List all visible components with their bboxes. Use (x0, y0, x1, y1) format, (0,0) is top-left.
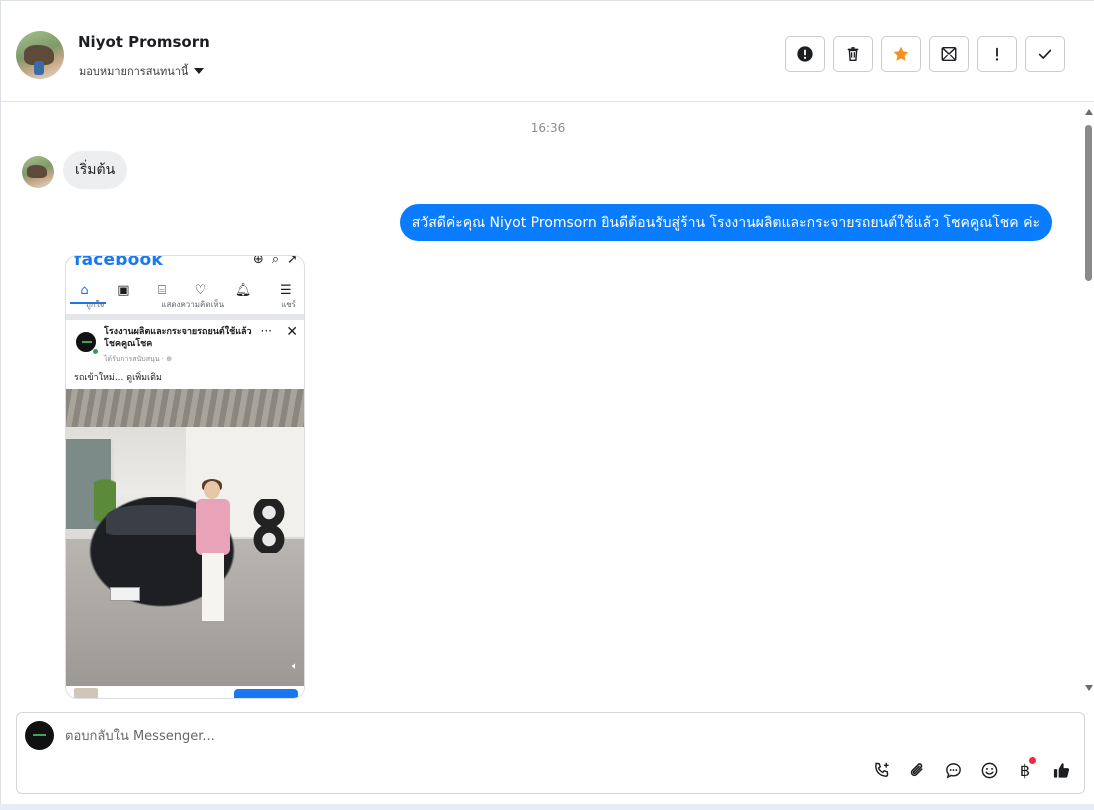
page-avatar (25, 721, 54, 750)
attachment-icon (910, 762, 923, 776)
trash-icon (847, 47, 859, 62)
check-icon (1038, 49, 1052, 59)
marketplace-icon: ⌸ (158, 282, 166, 298)
message-scrollbar[interactable] (1082, 105, 1094, 697)
plus-icon: ⊕ (252, 255, 264, 267)
star-button[interactable] (881, 36, 921, 72)
more-icon: ··· (260, 324, 272, 338)
mute-icon: 🔈︎ (292, 661, 298, 672)
fb-top-icons: ⊕ ⌕ ➚ (252, 255, 298, 267)
close-icon: ✕ (286, 324, 298, 340)
post-caption: รถเข้าใหม่... ดูเพิ่มเติม (74, 373, 162, 383)
scroll-thumb[interactable] (1085, 125, 1092, 281)
report-button[interactable] (785, 36, 825, 72)
share-label: แชร์ (281, 300, 296, 309)
attach-button[interactable] (906, 759, 928, 781)
outgoing-message-bubble[interactable]: สวัสดีค่ะคุณ Niyot Promsorn ยินดีต้อนรับ… (399, 204, 1052, 241)
scroll-up-arrow-icon[interactable] (1085, 109, 1093, 115)
license-plate (110, 587, 140, 601)
payment-button[interactable]: ฿ (1014, 757, 1036, 781)
post-page-name: โรงงานผลิตและกระจายรถยนต์ใช้แล้ว โชคคูณโ… (104, 327, 252, 349)
inbox-thread-panel: Niyot Promsorn มอบหมายการสนทนานี้ 16:36 … (0, 0, 1094, 810)
fb-reaction-row: ถูกใจ แสดงความคิดเห็น แชร์ (86, 298, 296, 311)
reply-composer: ฿ (16, 712, 1085, 794)
home-icon: ⌂ (80, 282, 89, 298)
caret-down-icon (194, 68, 205, 74)
search-icon: ⌕ (271, 255, 280, 267)
flag-button[interactable] (977, 36, 1017, 72)
online-dot (92, 348, 99, 355)
post-sponsored-label: ได้รับการสนับสนุน · ⊕ (104, 355, 173, 363)
contact-name[interactable]: Niyot Promsorn (78, 33, 210, 51)
star-icon (893, 46, 909, 61)
bell-icon: 🔔︎ (234, 282, 252, 298)
assign-label: มอบหมายการสนทนานี้ (79, 65, 189, 78)
presenter (194, 479, 232, 631)
saved-replies-button[interactable] (942, 759, 964, 781)
sender-avatar (22, 156, 54, 188)
facebook-logo: facebook (74, 255, 163, 270)
assign-conversation-dropdown[interactable]: มอบหมายการสนทนานี้ (79, 62, 205, 80)
post-photo: 🔈︎ (66, 389, 304, 686)
call-button[interactable] (870, 759, 892, 781)
delete-button[interactable] (833, 36, 873, 72)
like-label: ถูกใจ (86, 300, 105, 309)
incoming-message-bubble[interactable]: เริ่มต้น (63, 151, 128, 189)
menu-icon: ☰ (279, 282, 292, 298)
call-add-icon (874, 762, 889, 777)
message-list[interactable]: 16:36 เริ่มต้น สวัสดีค่ะคุณ Niyot Promso… (1, 103, 1094, 699)
tires-stack (252, 499, 286, 553)
emoji-button[interactable] (978, 759, 1000, 781)
saved-reply-icon (945, 762, 961, 779)
like-button[interactable] (1050, 759, 1072, 781)
comment-label: แสดงความคิดเห็น (161, 300, 225, 309)
next-post-peek (66, 686, 304, 698)
message-timestamp: 16:36 (530, 121, 566, 135)
alert-circle-icon (797, 46, 813, 62)
baht-payment-icon: ฿ (1019, 760, 1031, 780)
emoji-icon (981, 762, 997, 778)
composer-tools: ฿ (870, 757, 1072, 781)
mark-unread-button[interactable] (929, 36, 969, 72)
dating-icon: ♡ (194, 282, 207, 298)
scroll-down-arrow-icon[interactable] (1085, 685, 1093, 691)
notification-dot (1029, 757, 1036, 764)
mark-done-button[interactable] (1025, 36, 1065, 72)
thumbs-up-icon (1053, 762, 1069, 778)
thread-actions (785, 36, 1065, 72)
reply-input[interactable] (65, 725, 865, 747)
contact-avatar[interactable] (16, 31, 64, 79)
video-icon: ▣ (117, 282, 130, 298)
feed-separator (66, 314, 304, 320)
messenger-icon: ➚ (287, 255, 298, 267)
thread-header: Niyot Promsorn มอบหมายการสนทนานี้ (1, 7, 1094, 102)
exclamation-icon (995, 47, 999, 61)
mark-unread-icon (941, 46, 957, 62)
window-bottom-edge (0, 804, 1094, 810)
shared-image-attachment[interactable]: facebook ⊕ ⌕ ➚ ⌂ ▣ ⌸ ♡ 🔔︎ ☰ ถูกใจ แสดงคว… (65, 255, 305, 699)
